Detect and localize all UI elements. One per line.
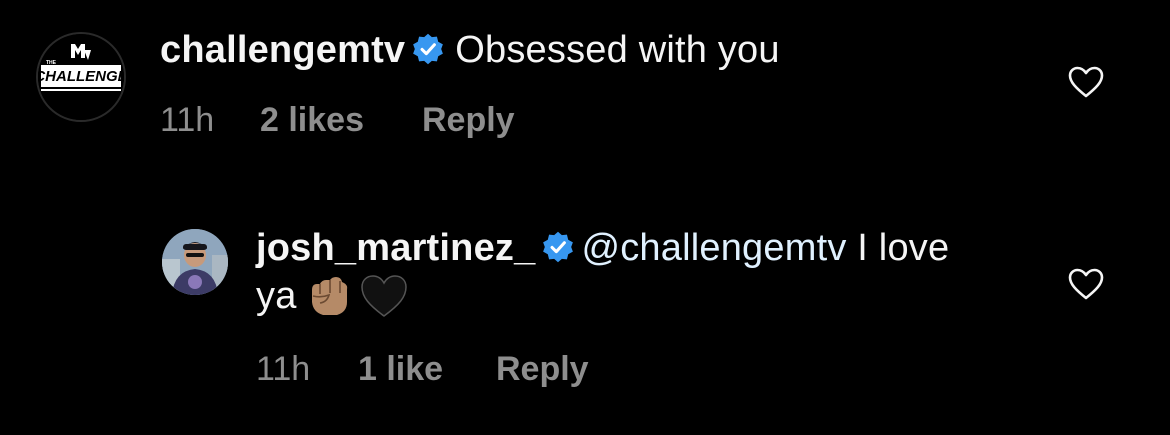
heart-outline-icon[interactable] <box>1068 268 1104 300</box>
likes-count[interactable]: 2 likes <box>260 100 422 140</box>
avatar[interactable]: THE CHALLENGE <box>36 32 126 122</box>
reply-time: 11h <box>256 350 311 388</box>
reply-button[interactable]: Reply <box>496 349 589 389</box>
reply-meta: 11h 1 like Reply <box>256 349 589 389</box>
comment-username[interactable]: challengemtv <box>160 29 405 71</box>
mention-link[interactable]: @challengemtv <box>581 227 846 269</box>
raised-fist-emoji-icon <box>303 274 353 318</box>
black-heart-emoji-icon <box>359 274 409 318</box>
profile-photo <box>162 229 228 295</box>
comment-text: challengemtv Obsessed with you <box>160 26 1020 74</box>
reply-username[interactable]: josh_martinez_ <box>256 227 535 269</box>
the-challenge-logo: THE CHALLENGE <box>38 34 124 120</box>
comment-meta: 11h 2 likes Reply <box>160 100 515 140</box>
verified-badge-icon <box>411 30 445 65</box>
svg-text:CHALLENGE: CHALLENGE <box>38 68 124 85</box>
heart-outline-icon[interactable] <box>1068 66 1104 98</box>
verified-badge-icon <box>541 228 575 263</box>
avatar[interactable] <box>162 229 228 295</box>
comment-time: 11h <box>160 101 215 139</box>
likes-count[interactable]: 1 like <box>358 349 496 389</box>
reply-text: josh_martinez_ @challengemtv I love ya <box>256 224 996 320</box>
reply-button[interactable]: Reply <box>422 100 515 140</box>
comment-message: Obsessed with you <box>455 29 780 71</box>
